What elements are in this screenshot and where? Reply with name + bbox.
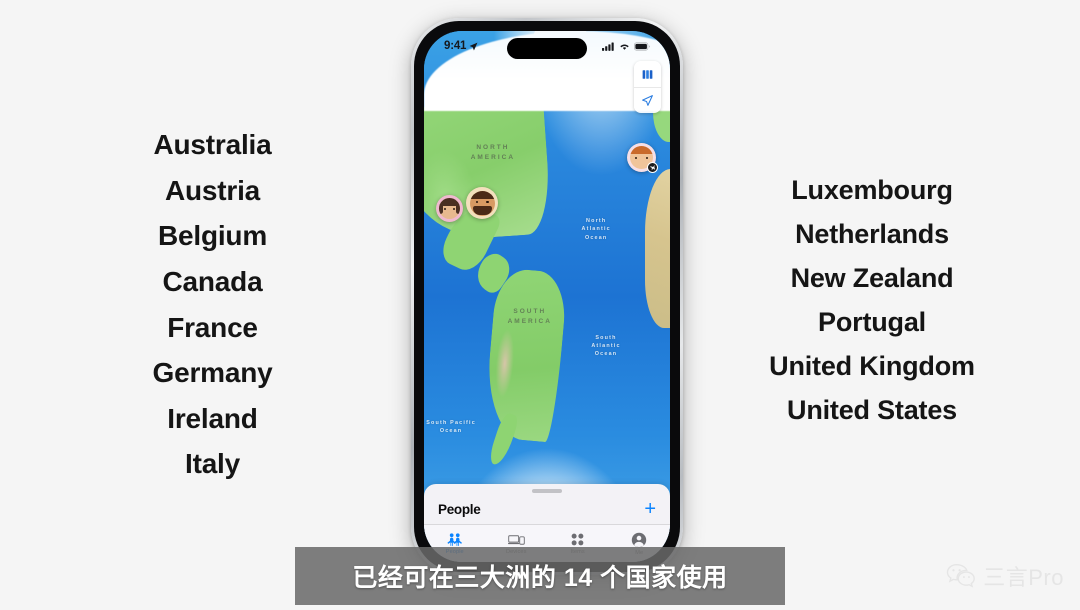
map-pin-person-2[interactable] xyxy=(466,187,498,219)
phone-frame: NORTH AMERICA SOUTH AMERICA North Atlant… xyxy=(411,18,683,575)
subtitle-text: 已经可在三大洲的 14 个国家使用 xyxy=(352,564,728,592)
country-item: Germany xyxy=(152,357,273,389)
devices-icon xyxy=(507,534,525,545)
sheet-header: People + xyxy=(424,493,670,519)
country-item: United Kingdom xyxy=(769,351,975,381)
country-item: Austria xyxy=(164,174,261,206)
map-label-north-atlantic-ocean: North Atlantic Ocean xyxy=(581,217,611,241)
status-bar-time-group: 9:41 xyxy=(444,40,478,52)
location-arrow-icon xyxy=(642,95,653,106)
country-item: United States xyxy=(787,395,957,425)
map-pin-person-3[interactable] xyxy=(627,143,658,173)
status-bar-indicators xyxy=(602,41,650,51)
dynamic-island xyxy=(507,38,587,59)
country-item: Italy xyxy=(184,448,241,480)
country-item: Belgium xyxy=(157,220,268,252)
map-landmass-patagonia xyxy=(487,411,521,468)
status-bar-time: 9:41 xyxy=(444,40,467,52)
pin-travel-badge xyxy=(647,162,658,173)
map-label-south-atlantic-ocean: South Atlantic Ocean xyxy=(591,334,621,358)
phone-bezel: NORTH AMERICA SOUTH AMERICA North Atlant… xyxy=(414,21,680,572)
map-landmass-africa xyxy=(645,169,670,329)
watermark-text: 三言Pro xyxy=(983,565,1064,590)
battery-icon xyxy=(634,42,650,50)
cellular-bars-icon xyxy=(602,41,614,51)
map-landmass-south-america xyxy=(483,267,570,443)
iphone-mockup: NORTH AMERICA SOUTH AMERICA North Atlant… xyxy=(411,18,683,575)
wifi-icon xyxy=(620,43,629,50)
country-item: Australia xyxy=(153,129,272,160)
airplane-icon xyxy=(650,164,656,170)
map-canvas[interactable]: NORTH AMERICA SOUTH AMERICA North Atlant… xyxy=(424,31,670,562)
wechat-icon xyxy=(947,564,976,588)
sheet-title: People xyxy=(438,501,481,517)
people-icon xyxy=(447,533,463,546)
map-layers-button[interactable] xyxy=(634,61,661,87)
country-item: Ireland xyxy=(167,402,258,434)
watermark: 三言Pro xyxy=(946,560,1064,592)
country-list-left: Australia Austria Belgium Canada France … xyxy=(100,122,325,487)
country-item: France xyxy=(167,311,258,343)
map-label-south-pacific-ocean: South Pacific Ocean xyxy=(426,419,476,434)
country-item: New Zealand xyxy=(790,263,954,293)
locate-me-button[interactable] xyxy=(634,87,661,113)
items-grid-icon xyxy=(571,533,584,546)
add-person-button[interactable]: + xyxy=(644,499,656,519)
map-controls xyxy=(634,61,661,113)
country-list-right: Luxembourg Netherlands New Zealand Portu… xyxy=(752,168,992,432)
person-circle-icon xyxy=(632,532,647,547)
subtitle-bar: 已经可在三大洲的 14 个国家使用 xyxy=(295,547,785,605)
country-item: Netherlands xyxy=(795,219,949,249)
phone-screen: NORTH AMERICA SOUTH AMERICA North Atlant… xyxy=(424,31,670,562)
map-layers-icon xyxy=(642,69,653,79)
country-item: Canada xyxy=(162,265,263,297)
country-item: Portugal xyxy=(818,307,926,337)
country-item: Luxembourg xyxy=(791,175,953,205)
location-arrow-icon xyxy=(469,42,478,50)
map-pin-person-1[interactable] xyxy=(436,195,463,222)
